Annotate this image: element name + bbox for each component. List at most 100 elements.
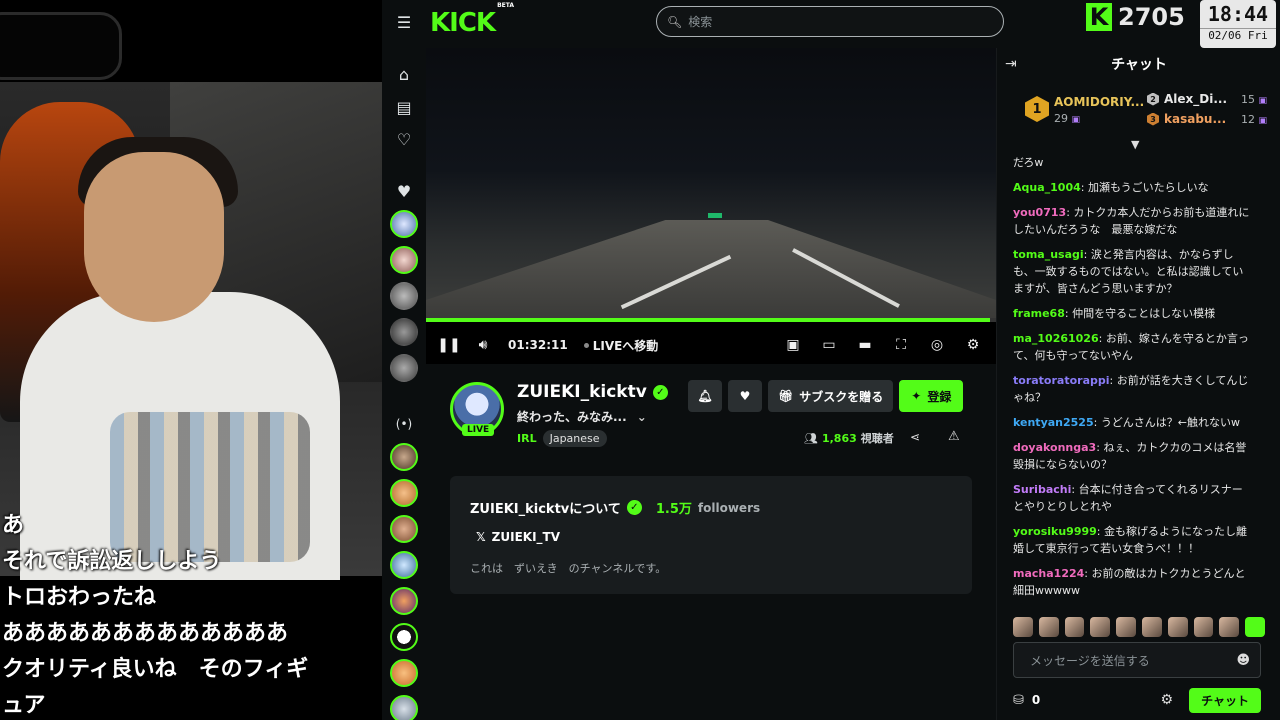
caption-line: ュア bbox=[0, 688, 382, 720]
volume-icon[interactable]: 🔊︎ bbox=[474, 336, 492, 354]
recommended-channel-avatar[interactable] bbox=[390, 515, 418, 543]
gift-icon: ▣ bbox=[1258, 116, 1268, 126]
clock-date: 02/06 Fri bbox=[1200, 28, 1276, 43]
chat-username[interactable]: macha1224 bbox=[1013, 567, 1084, 580]
progress-bar[interactable] bbox=[426, 318, 996, 322]
gift-sub-button[interactable]: 🎁︎ サブスクを贈る bbox=[768, 380, 894, 412]
favorite-button[interactable]: ♥ bbox=[728, 380, 762, 412]
followed-channel-avatar[interactable] bbox=[390, 246, 418, 274]
follow-button[interactable]: ✦ 登録 bbox=[899, 380, 964, 412]
chat-username[interactable]: yorosiku9999 bbox=[1013, 525, 1097, 538]
x-social-link[interactable]: 𝕏 ZUIEKI_TV bbox=[476, 530, 560, 544]
followed-channel-avatar[interactable] bbox=[390, 318, 418, 346]
chat-username[interactable]: doyakonnga3 bbox=[1013, 441, 1096, 454]
chat-username[interactable]: frame68 bbox=[1013, 307, 1065, 320]
live-radio-icon: (•) bbox=[395, 417, 413, 431]
recommended-channel-avatar[interactable] bbox=[390, 479, 418, 507]
search-input[interactable]: 🔍︎ 検索 bbox=[656, 6, 1004, 37]
gift-icon: 🎁︎ bbox=[778, 389, 794, 403]
chat-message: frame68: 仲間を守ることはしない模様 bbox=[1013, 307, 1216, 320]
emote[interactable] bbox=[1064, 617, 1085, 637]
search-icon: 🔍︎ bbox=[667, 14, 683, 29]
leader-row[interactable]: 3 kasabu... bbox=[1147, 112, 1226, 126]
leader-name[interactable]: AOMIDORIY... bbox=[1054, 95, 1144, 109]
chat-message: ma_10261026: お前、嫁さんを守るとか言って、何も守ってないやん bbox=[1013, 332, 1249, 362]
rank-3-badge: 3 bbox=[1147, 112, 1159, 126]
chat-message-text: だろw bbox=[1013, 156, 1044, 169]
caption-list: あ それで訴訟返ししよう トロおわったね あああああああああああああ クオリティ… bbox=[0, 508, 382, 720]
home-icon[interactable]: ⌂ bbox=[392, 62, 416, 86]
stream-title[interactable]: 終わった、みなみ... ⌄ bbox=[517, 408, 647, 425]
category-link[interactable]: IRL bbox=[517, 432, 537, 445]
kick-logo[interactable]: KICKBETA bbox=[430, 2, 514, 38]
browse-icon[interactable]: ▤ bbox=[392, 95, 416, 119]
settings-gear-icon[interactable]: ⚙ bbox=[964, 336, 982, 354]
leader-row[interactable]: 2 Alex_Di... bbox=[1147, 92, 1227, 106]
menu-icon[interactable]: ☰ bbox=[392, 10, 416, 34]
chat-username[interactable]: Suribachi bbox=[1013, 483, 1071, 496]
theater-mode-icon[interactable]: ▬ bbox=[856, 336, 874, 354]
emote[interactable] bbox=[1013, 617, 1033, 637]
chevron-down-icon: ⌄ bbox=[636, 410, 647, 424]
channel-points-icon[interactable]: ⛁ bbox=[1013, 693, 1024, 708]
send-chat-button[interactable]: チャット bbox=[1189, 687, 1261, 713]
gift-leaderboard: 1 AOMIDORIY... 29 ▣ 2 Alex_Di... 15 ▣ 3 … bbox=[997, 84, 1280, 138]
chat-message: toma_usagi: 涙と発言内容は、かならずしも、一致するものではない。と私… bbox=[1013, 248, 1244, 295]
chat-message-input[interactable]: メッセージを送信する ☻ bbox=[1013, 642, 1261, 678]
recommended-channel-avatar[interactable] bbox=[390, 695, 418, 720]
chat-username[interactable]: ma_10261026 bbox=[1013, 332, 1099, 345]
rank-1-badge: 1 bbox=[1025, 96, 1049, 122]
report-warning-icon[interactable]: ⚠ bbox=[948, 429, 960, 444]
notification-bell-button[interactable]: 🔔︎ bbox=[688, 380, 722, 412]
emoji-picker-icon[interactable]: ☻ bbox=[1236, 653, 1250, 668]
share-icon[interactable]: ⋖ bbox=[910, 430, 920, 444]
emote[interactable] bbox=[1038, 617, 1059, 637]
jump-to-live-button[interactable]: LIVEへ移動 bbox=[583, 337, 659, 354]
fullscreen-icon[interactable]: ⛶ bbox=[892, 336, 910, 354]
emote[interactable] bbox=[1245, 617, 1265, 637]
following-icon[interactable]: ♡ bbox=[392, 127, 416, 151]
channel-name[interactable]: ZUIEKI_kicktv ✓ bbox=[517, 382, 668, 402]
emote[interactable] bbox=[1167, 617, 1188, 637]
chat-message-text: うどんさんは？←触れないw bbox=[1100, 416, 1241, 429]
viewers-icon: 👥︎ bbox=[804, 431, 818, 445]
language-tag[interactable]: Japanese bbox=[542, 430, 607, 447]
emote[interactable] bbox=[1219, 617, 1240, 637]
chat-username[interactable]: Aqua_1004 bbox=[1013, 181, 1081, 194]
pause-icon[interactable]: ❚❚ bbox=[437, 336, 460, 354]
caption-line: トロおわったね bbox=[0, 580, 382, 616]
playback-speed-icon[interactable]: ◎ bbox=[928, 336, 946, 354]
chat-username[interactable]: toma_usagi bbox=[1013, 248, 1084, 261]
emote[interactable] bbox=[1116, 617, 1136, 637]
followed-channel-avatar[interactable] bbox=[390, 282, 418, 310]
viewer-count-number: 1,863 bbox=[821, 431, 857, 445]
video-player[interactable]: ❚❚ 🔊︎ 01:32:11 LIVEへ移動 ▣ ▭ ▬ ⛶ ◎ ⚙ bbox=[426, 48, 996, 364]
leader-count-number: 15 bbox=[1241, 93, 1255, 106]
chat-username[interactable]: kentyan2525 bbox=[1013, 416, 1094, 429]
chat-settings-gear-icon[interactable]: ⚙ bbox=[1161, 692, 1174, 708]
recommended-channel-avatar[interactable] bbox=[390, 659, 418, 687]
expand-pinned-icon[interactable]: ▼ bbox=[1131, 138, 1139, 151]
chat-message: toratoratorappi: お前が話を大きくしてんじゃね？ bbox=[1013, 374, 1249, 404]
recommended-channel-avatar[interactable] bbox=[390, 551, 418, 579]
mini-player-icon[interactable]: ▣ bbox=[784, 336, 802, 354]
chat-message-text: 加瀬もうごいたらしいな bbox=[1087, 181, 1209, 194]
recommended-channel-avatar[interactable] bbox=[390, 443, 418, 471]
clip-icon[interactable]: ▭ bbox=[820, 336, 838, 354]
emote[interactable] bbox=[1090, 617, 1111, 637]
chat-username[interactable]: toratoratorappi bbox=[1013, 374, 1110, 387]
chat-username[interactable]: you0713 bbox=[1013, 206, 1066, 219]
recommended-channel-avatar[interactable] bbox=[390, 587, 418, 615]
jump-to-live-label: LIVEへ移動 bbox=[592, 338, 659, 353]
search-placeholder: 検索 bbox=[688, 15, 713, 29]
video-frame bbox=[426, 48, 996, 320]
logo-beta: BETA bbox=[497, 2, 515, 10]
emote[interactable] bbox=[1141, 617, 1162, 637]
leader-count: 12 ▣ bbox=[1241, 113, 1267, 126]
followed-channel-avatar[interactable] bbox=[390, 354, 418, 382]
recommended-channel-avatar[interactable] bbox=[390, 623, 418, 651]
followed-channel-avatar[interactable] bbox=[390, 210, 418, 238]
chat-message: doyakonnga3: ねぇ、カトクカのコメは名誉毀損にならないの？ bbox=[1013, 441, 1247, 471]
channel-name-text: ZUIEKI_kicktv bbox=[517, 382, 647, 402]
emote[interactable] bbox=[1193, 617, 1214, 637]
